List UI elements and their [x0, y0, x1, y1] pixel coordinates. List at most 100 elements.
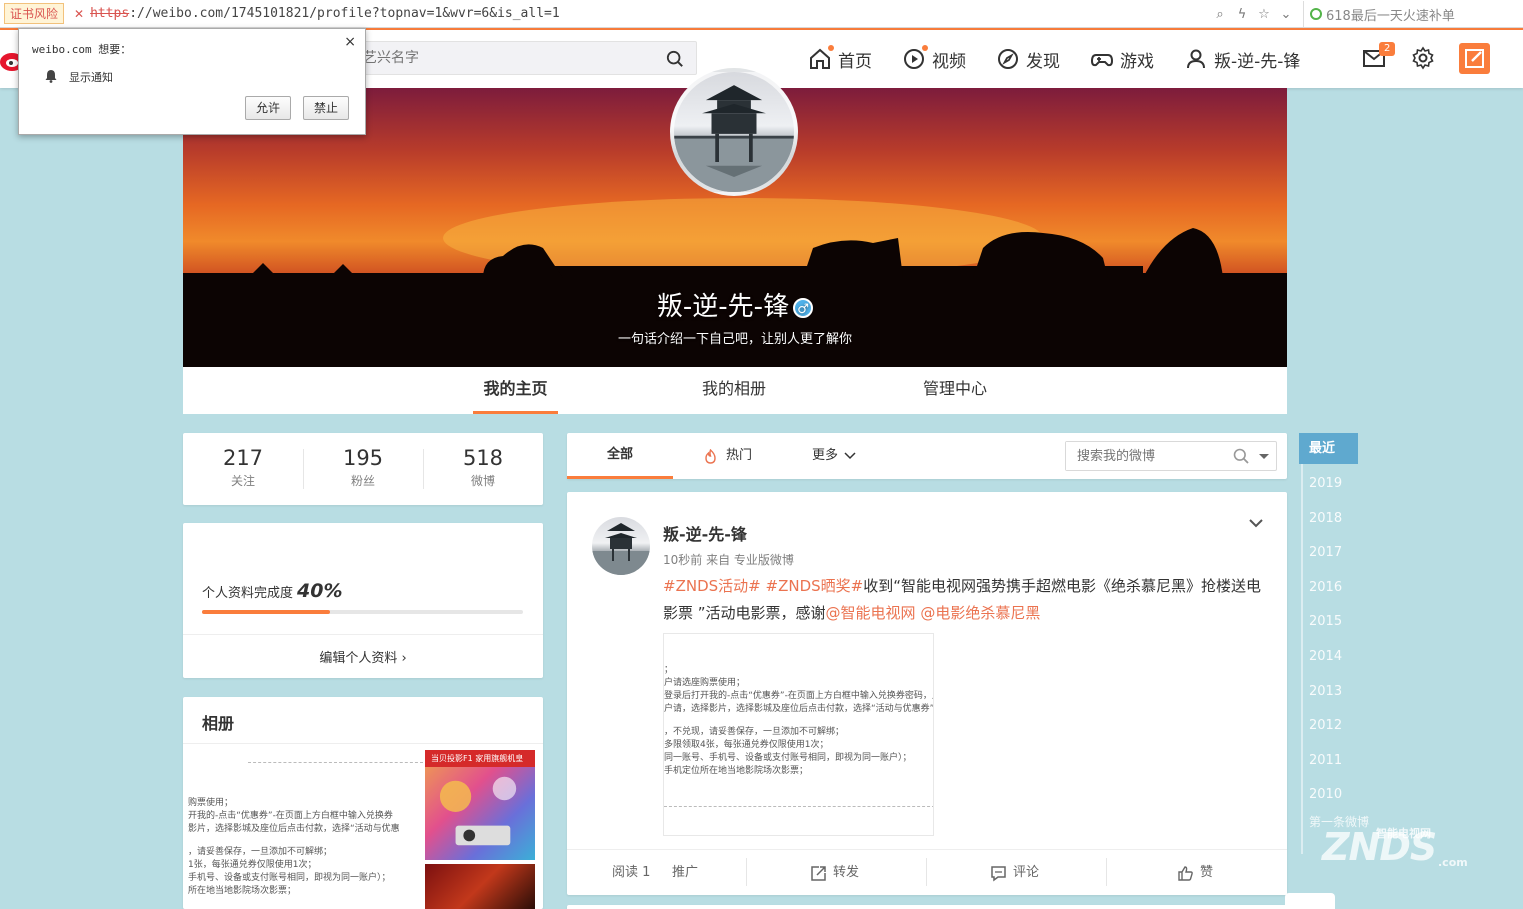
post-actions: 阅读 1 推广 转发 评论 赞 [567, 849, 1287, 895]
tab-my-home[interactable]: 我的主页 [473, 367, 558, 414]
stat-followers[interactable]: 195 粉丝 [303, 433, 423, 505]
search-engine-icon [1310, 8, 1322, 20]
hashtag-link[interactable]: #ZNDS晒奖# [766, 577, 864, 595]
post-search-input[interactable] [1066, 442, 1226, 470]
timeline-year[interactable]: 2010 [1309, 787, 1342, 802]
like-button[interactable]: 赞 [1177, 850, 1213, 896]
edit-profile-link[interactable]: 编辑个人资料 › [183, 647, 543, 666]
video-icon [904, 49, 924, 69]
post-image[interactable]: ； 户请选座购票使用； 登录后打开我的-点击“优惠券”-在页面上方白框中输入兑换… [663, 633, 934, 836]
timeline-year[interactable]: 2016 [1309, 580, 1342, 595]
album-photo-3[interactable] [425, 864, 535, 909]
album-card: 相册 购票使用； 开我的-点击“优惠券”-在页面上方白框中输入兑换券 影片，选择… [183, 697, 543, 909]
timeline-year[interactable]: 2014 [1309, 649, 1342, 664]
url-field[interactable]: https://weibo.com/1745101821/profile?top… [90, 6, 560, 21]
filter-all[interactable]: 全部 [567, 433, 673, 479]
divider [1106, 858, 1107, 886]
message-badge: 2 [1379, 42, 1396, 56]
filter-more[interactable]: 更多 [812, 433, 856, 479]
timeline-year[interactable]: 2015 [1309, 614, 1342, 629]
timeline-year[interactable]: 2019 [1309, 476, 1342, 491]
search-icon[interactable] [1233, 448, 1249, 464]
timeline-year[interactable]: 2017 [1309, 545, 1342, 560]
filter-hot-label: 热门 [726, 448, 753, 463]
hashtag-link[interactable]: #ZNDS活动# [663, 577, 761, 595]
stat-posts[interactable]: 518 微博 [423, 433, 543, 505]
search-scope-dropdown-icon[interactable] [1259, 454, 1269, 459]
nav-user[interactable]: 叛-逆-先-锋 [1184, 47, 1300, 72]
completion-progress-fill [202, 610, 331, 614]
doc-line: 1张，每张通兑券仅限使用1次； [188, 860, 317, 870]
completion-percent: 40% [297, 580, 343, 602]
nav-discover-label: 发现 [1026, 51, 1060, 72]
doc-line: 购票使用； [188, 798, 234, 808]
post-time[interactable]: 10秒前 [663, 553, 702, 567]
search-input[interactable] [351, 42, 651, 74]
search-box[interactable] [350, 41, 697, 75]
profile-bio[interactable]: 一句话介绍一下自己吧，让别人更了解你 [183, 328, 1287, 347]
lightning-icon[interactable]: ϟ [1231, 7, 1253, 22]
doc-line: 手机定位所在地当地影院场次影票； [664, 766, 809, 776]
nav-discover[interactable]: 发现 [996, 47, 1060, 72]
compose-button[interactable] [1459, 43, 1490, 74]
promote-button[interactable]: 推广 [672, 850, 698, 896]
comment-button[interactable]: 评论 [990, 850, 1039, 896]
repost-button[interactable]: 转发 [810, 850, 859, 896]
nav-home-label: 首页 [838, 51, 872, 72]
timeline-year[interactable]: 2012 [1309, 718, 1342, 733]
certificate-warning-badge[interactable]: 证书风险 [4, 3, 65, 24]
browser-search-box[interactable]: 618最后一天火速补单 [1303, 1, 1523, 27]
gear-icon[interactable] [1411, 46, 1435, 70]
completion-progress-bar [202, 610, 523, 614]
doc-line: 所在地当地影院场次影票； [188, 886, 297, 896]
mention-link[interactable]: @智能电视网 [826, 604, 916, 622]
completion-label: 个人资料完成度 [202, 586, 294, 601]
popup-origin: weibo.com 想要： [32, 43, 132, 56]
znds-watermark-cn: 智能电视网 [1376, 827, 1431, 840]
nav-home-dot [828, 44, 834, 51]
timeline-year[interactable]: 2013 [1309, 684, 1342, 699]
game-icon [1090, 54, 1114, 67]
tab-management-center[interactable]: 管理中心 [914, 367, 996, 414]
doc-line: 户请选座购票使用； [664, 678, 746, 688]
doc-line: 户请，选择影片，选择影城及座位后点击付款，选择“活动与优惠券”，选 [664, 704, 934, 714]
profile-name: 叛-逆-先-锋 ♂ [183, 286, 1287, 323]
post-author-avatar[interactable] [592, 517, 650, 575]
nav-game[interactable]: 游戏 [1090, 47, 1154, 72]
allow-button[interactable]: 允许 [245, 96, 291, 120]
post-author-name[interactable]: 叛-逆-先-锋 [663, 521, 747, 545]
nav-video-label: 视频 [932, 51, 966, 72]
stat-following-label: 关注 [230, 474, 255, 488]
timeline-year[interactable]: 2018 [1309, 511, 1342, 526]
zoom-icon[interactable]: ⌕ [1209, 7, 1231, 22]
chevron-right-icon: › [401, 651, 407, 666]
back-to-top-button[interactable] [1285, 893, 1335, 909]
post-search-box[interactable] [1065, 441, 1277, 471]
close-icon[interactable]: × [344, 34, 356, 50]
bookmark-star-icon[interactable]: ☆ [1253, 7, 1275, 22]
nav-home[interactable]: 首页 [808, 44, 872, 72]
timeline-recent[interactable]: 最近 [1299, 433, 1358, 464]
filter-more-label: 更多 [812, 448, 839, 463]
profile-avatar[interactable] [670, 68, 798, 196]
mention-link[interactable]: @电影绝杀慕尼黑 [920, 604, 1040, 622]
chevron-down-icon[interactable] [1247, 514, 1265, 532]
divider [183, 634, 543, 635]
album-photo-projector-ad[interactable]: 当贝投影F1 家用旗舰机皇 [425, 750, 535, 860]
next-post-card [567, 905, 1287, 909]
tab-my-album[interactable]: 我的相册 [693, 367, 775, 414]
nav-items: 首页 视频 发现 游戏 叛-逆-先-锋 [808, 30, 1330, 88]
filter-hot[interactable]: 热门 [703, 433, 752, 479]
album-photo-ticket[interactable]: 购票使用； 开我的-点击“优惠券”-在页面上方白框中输入兑换券 影片，选择影城及… [188, 750, 423, 909]
stat-following[interactable]: 217 关注 [183, 433, 303, 505]
timeline-year[interactable]: 2011 [1309, 753, 1342, 768]
dashed-line [248, 762, 423, 763]
post-meta: 10秒前 来自 专业版微博 [663, 551, 794, 568]
dropdown-icon[interactable]: ⌄ [1275, 7, 1297, 22]
deny-button[interactable]: 禁止 [303, 96, 349, 120]
divider [926, 858, 927, 886]
browser-search-text: 618最后一天火速补单 [1326, 8, 1455, 24]
browser-address-bar: 证书风险 ✕ https://weibo.com/1745101821/prof… [0, 0, 1523, 28]
nav-video[interactable]: 视频 [902, 44, 966, 72]
search-icon[interactable] [666, 50, 684, 68]
